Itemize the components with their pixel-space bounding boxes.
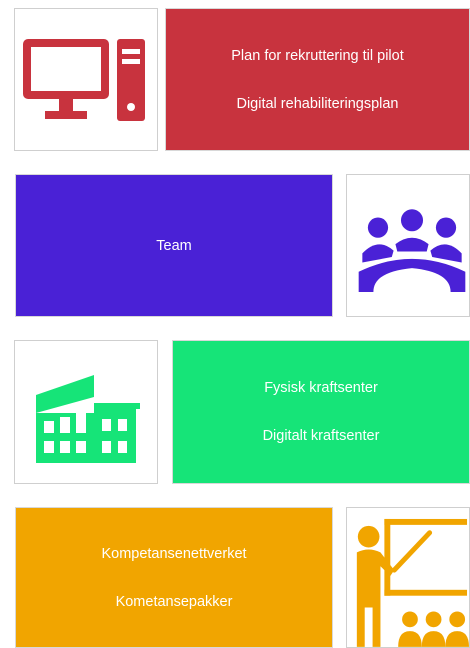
tile-line-recruitment-plan[interactable]: Plan for rekruttering til pilot [231, 48, 403, 64]
team-meeting-icon [358, 208, 466, 292]
tile-line-digital-rehab-plan[interactable]: Digital rehabiliteringsplan [236, 96, 398, 112]
tile-line-physical-center[interactable]: Fysisk kraftsenter [264, 380, 378, 396]
computer-icon-box [14, 8, 158, 151]
tile-line-competence-packages[interactable]: Kometansepakker [116, 594, 233, 610]
building-icon [36, 375, 140, 463]
teacher-presentation-icon [356, 518, 469, 647]
tile-line-digital-center[interactable]: Digitalt kraftsenter [263, 428, 380, 444]
tile-power-center[interactable]: Fysisk kraftsenter Digitalt kraftsenter [172, 340, 470, 484]
tile-line-competence-network[interactable]: Kompetansenettverket [101, 546, 246, 562]
tile-competence[interactable]: Kompetansenettverket Kometansepakker [15, 507, 333, 648]
tile-team[interactable]: Team [15, 174, 333, 317]
tile-line-team[interactable]: Team [156, 238, 191, 254]
teacher-icon-box [346, 507, 470, 648]
desktop-computer-icon [23, 38, 145, 121]
building-icon-box [14, 340, 158, 484]
team-icon-box [346, 174, 470, 317]
tile-rehabilitation[interactable]: Plan for rekruttering til pilot Digital … [165, 8, 470, 151]
